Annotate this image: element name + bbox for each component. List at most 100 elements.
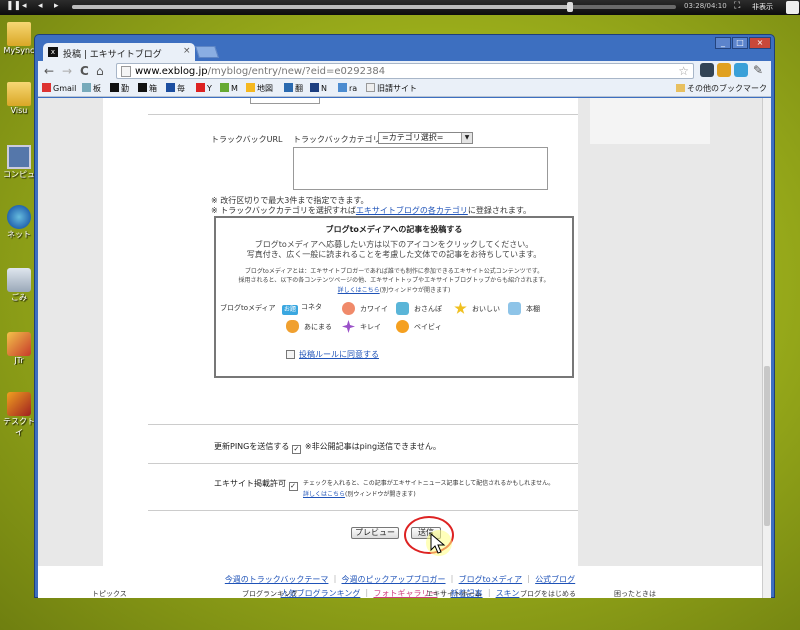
excite-checkbox[interactable]: ✓ — [288, 482, 298, 491]
forward-icon[interactable]: ▸ — [54, 1, 59, 11]
badge-icon: お題 — [282, 305, 299, 315]
bookmark-item[interactable]: 旧請サイト — [366, 83, 417, 94]
home-icon[interactable]: ⌂ — [96, 64, 104, 78]
desktop-icon-jtr[interactable]: JTr — [0, 332, 38, 365]
desktop-icon-trash[interactable]: ごみ — [0, 268, 38, 303]
vertical-scrollbar[interactable] — [762, 98, 771, 598]
address-bar[interactable]: www.exblog.jp/myblog/entry/new/?eid=e029… — [116, 63, 694, 79]
extension-icon[interactable] — [734, 63, 748, 77]
reload-icon[interactable]: C — [80, 64, 89, 78]
blog-to-media-small: 採用されると、以下の各コンテンツページの他、エキサイトトップやエキサイトブログト… — [238, 277, 550, 284]
divider — [148, 424, 578, 425]
extension-icon[interactable] — [717, 63, 731, 77]
trackback-note-2: ※ トラックバックカテゴリを選択すればエキサイトブログの各カテゴリに登録されます… — [211, 206, 532, 215]
tab-close-icon[interactable]: × — [183, 46, 191, 56]
category-kirei[interactable]: キレイ — [342, 320, 381, 333]
trackback-url-textarea[interactable] — [293, 147, 548, 190]
maximize-button[interactable]: □ — [732, 37, 748, 49]
footer-link[interactable]: スキン — [496, 589, 520, 598]
player-logo-icon — [786, 1, 799, 14]
ping-row: 更新PINGを送信する ✓ ※非公開記事はping送信できません。 — [214, 441, 441, 454]
bookmark-item[interactable]: ra — [338, 83, 357, 93]
category-koneta[interactable]: お題 コネタ — [282, 302, 322, 315]
baby-icon — [396, 320, 409, 333]
bookmark-item[interactable]: 勤 — [110, 83, 129, 94]
previous-icon[interactable]: ◂ — [22, 1, 27, 11]
footer-start-blog[interactable]: ブログをはじめる — [520, 589, 576, 599]
url-text: www.exblog.jp/myblog/entry/new/?eid=e029… — [135, 66, 386, 77]
wrench-icon[interactable]: ✎ — [751, 63, 765, 77]
media-label: ブログtoメディア — [220, 304, 276, 312]
footer-link[interactable]: 公式ブログ — [535, 575, 575, 584]
divider — [148, 510, 578, 511]
new-tab-button[interactable] — [195, 46, 219, 58]
ping-label: 更新PINGを送信する — [214, 442, 290, 451]
category-baby[interactable]: ベイビィ — [396, 320, 442, 333]
chevron-down-icon: ▼ — [461, 133, 472, 143]
footer-help[interactable]: 困ったときは — [614, 589, 656, 599]
hide-button[interactable]: 非表示 — [752, 2, 773, 12]
ping-checkbox[interactable]: ✓ — [291, 445, 301, 454]
footer-ranking[interactable]: ブログランキング — [242, 589, 298, 599]
preview-button[interactable]: プレビュー — [351, 527, 399, 539]
browser-window: x 投稿 | エキサイトブログ × _ □ × ← → C ⌂ www.exbl… — [34, 34, 775, 598]
desktop-icon-label: テスクト イ — [3, 417, 35, 437]
desktop-icon-label: ごみ — [11, 293, 27, 302]
category-osanpo[interactable]: おさんぽ — [396, 302, 442, 315]
agree-checkbox[interactable] — [286, 350, 295, 359]
excite-label: エキサイト掲載許可 — [214, 479, 286, 488]
desktop-icon-mysync[interactable]: MySync — [0, 22, 38, 55]
pause-icon[interactable]: ❚❚ — [6, 1, 21, 11]
details-link[interactable]: 詳しくはこちら — [303, 491, 345, 498]
footer-link[interactable]: 今週のピックアップブロガー — [342, 575, 446, 584]
category-oishii[interactable]: おいしい — [454, 302, 500, 315]
blog-to-media-title: ブログtoメディアへの記事を投稿する — [325, 225, 463, 234]
seek-bar[interactable] — [72, 2, 676, 12]
divider — [148, 463, 578, 464]
bookmark-star-icon[interactable]: ☆ — [678, 64, 689, 78]
bookmark-item[interactable]: N — [310, 83, 327, 93]
back-icon[interactable]: ← — [44, 64, 54, 78]
input-remnant — [250, 98, 320, 104]
bookmark-item[interactable]: 地図 — [246, 83, 273, 94]
footer-link[interactable]: 今週のトラックバックテーマ — [225, 575, 329, 584]
category-kawaii[interactable]: カワイイ — [342, 302, 388, 315]
footer-excite-home[interactable]: エキサイトホーム — [426, 589, 482, 599]
bookmark-item[interactable]: 翻 — [284, 83, 303, 94]
agree-rules-link[interactable]: 投稿ルールに同意する — [299, 350, 379, 359]
excite-more: 詳しくはこちら(別ウィンドウが開きます) — [303, 491, 416, 498]
scrollbar-thumb[interactable] — [764, 366, 770, 526]
minimize-button[interactable]: _ — [715, 37, 731, 49]
app-icon — [7, 332, 31, 356]
footer-topics[interactable]: トピックス — [92, 589, 127, 599]
bookmark-item[interactable]: 板 — [82, 83, 101, 94]
category-hondana[interactable]: 本棚 — [508, 302, 540, 315]
bookmark-gmail[interactable]: Gmail — [42, 83, 76, 93]
forward-icon[interactable]: → — [62, 64, 72, 78]
details-link[interactable]: 詳しくはこちら — [338, 287, 380, 294]
tab-title: 投稿 | エキサイトブログ — [63, 50, 162, 60]
extension-icon[interactable] — [700, 63, 714, 77]
fullscreen-icon[interactable]: ⛶ — [734, 1, 740, 11]
bookmarks-bar: Gmail 板 勤 箱 毎 Y M 地図 翻 N ra 旧請サイト その他のブッ… — [38, 81, 771, 97]
bookmark-item[interactable]: 毎 — [166, 83, 185, 94]
bookmark-item[interactable]: Y — [196, 83, 212, 93]
close-window-button[interactable]: × — [749, 37, 771, 49]
rewind-icon[interactable]: ◂ — [38, 1, 43, 11]
footer-link[interactable]: ブログtoメディア — [459, 575, 522, 584]
browser-tab[interactable]: x 投稿 | エキサイトブログ × — [43, 43, 195, 61]
desktop-icon-network[interactable]: ネット — [0, 205, 38, 240]
category-link[interactable]: エキサイトブログの各カテゴリ — [356, 206, 468, 215]
trackback-category-select[interactable]: =カテゴリ選択= ▼ — [378, 132, 473, 144]
blog-to-media-small: ブログtoメディアとは：エキサイトブロガーであれば誰でも制作に参加できるエキサイ… — [244, 268, 544, 275]
desktop-icon-computer[interactable]: コンピュ — [0, 145, 38, 180]
blog-to-media-more: 詳しくはこちら(別ウィンドウが開きます) — [337, 287, 451, 294]
desktop-icon-visu[interactable]: Visu — [0, 82, 38, 115]
seek-handle[interactable] — [567, 2, 574, 12]
bookmark-item[interactable]: 箱 — [138, 83, 157, 94]
bookmark-item[interactable]: M — [220, 83, 238, 93]
desktop-icon-desktop-item[interactable]: テスクト イ — [0, 392, 38, 438]
other-bookmarks[interactable]: その他のブックマーク — [676, 83, 767, 94]
agree-rules-row: 投稿ルールに同意する — [286, 349, 379, 360]
category-animal[interactable]: あにまる — [286, 320, 332, 333]
